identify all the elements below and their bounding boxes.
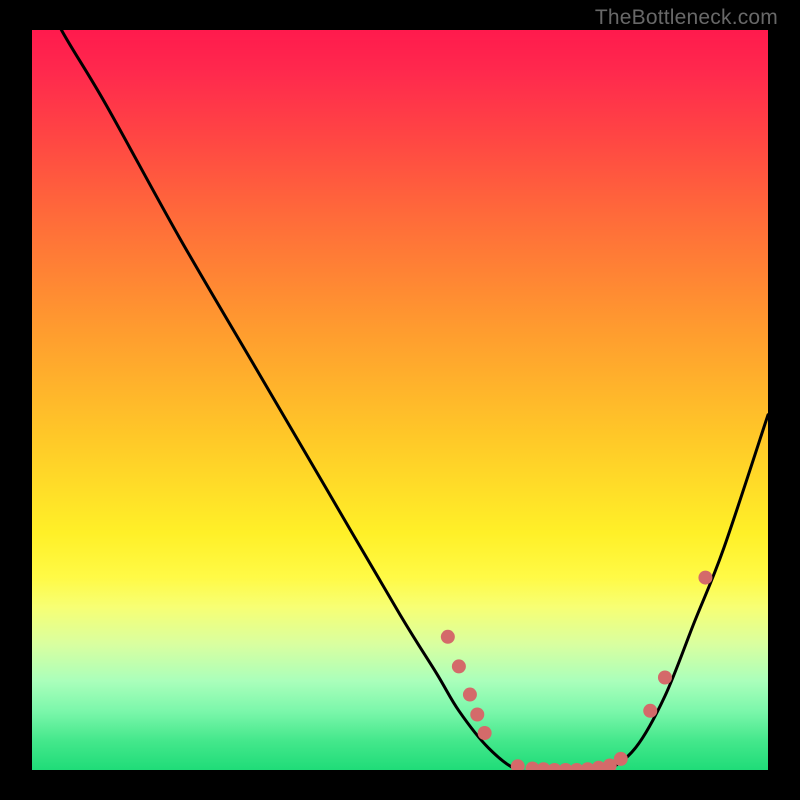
curve-svg bbox=[32, 30, 768, 770]
curve-group bbox=[32, 30, 768, 770]
watermark-text: TheBottleneck.com bbox=[595, 6, 778, 30]
chart-container: TheBottleneck.com bbox=[0, 0, 800, 800]
highlight-point bbox=[441, 630, 455, 644]
highlight-point bbox=[658, 671, 672, 685]
highlight-point bbox=[463, 688, 477, 702]
highlight-point bbox=[470, 708, 484, 722]
highlight-point bbox=[478, 726, 492, 740]
plot-area bbox=[32, 30, 768, 770]
highlight-point bbox=[452, 659, 466, 673]
bottleneck-curve bbox=[32, 30, 768, 770]
highlight-point bbox=[643, 704, 657, 718]
highlight-point bbox=[614, 752, 628, 766]
highlight-point bbox=[698, 571, 712, 585]
highlight-point bbox=[511, 759, 525, 770]
